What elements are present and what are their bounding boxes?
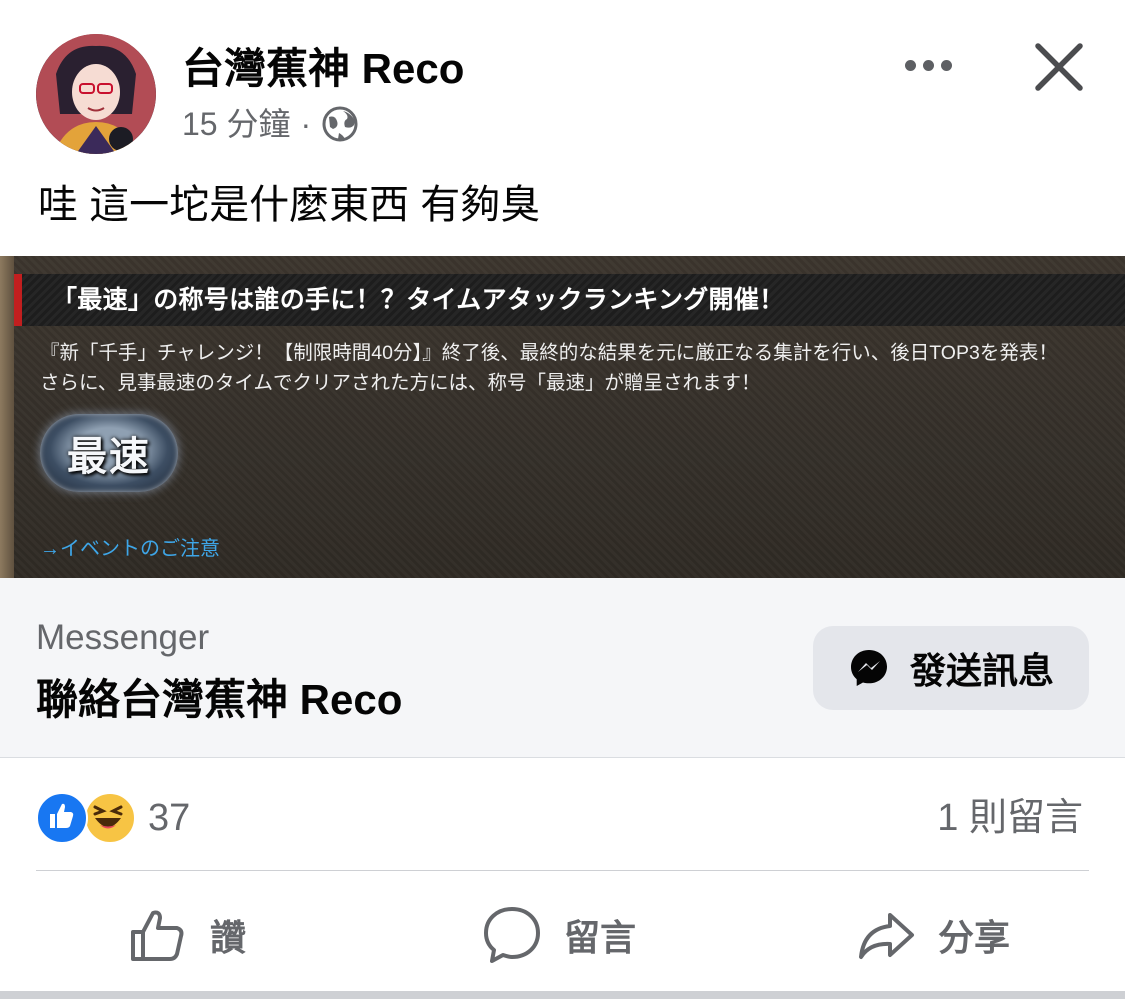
- more-options-button[interactable]: [898, 48, 958, 82]
- comment-label: 留言: [564, 917, 637, 958]
- close-icon[interactable]: [1030, 38, 1088, 96]
- title-badge: 最速: [40, 414, 178, 492]
- comment-bubble-icon: [484, 907, 540, 963]
- description-line: さらに、見事最速のタイムでクリアされた方には、称号「最速」が贈呈されます！: [40, 372, 761, 394]
- divider: [36, 870, 1089, 871]
- send-message-label: 發送訊息: [909, 650, 1054, 691]
- like-button[interactable]: 讚: [128, 890, 246, 980]
- share-button[interactable]: 分享: [856, 890, 1010, 980]
- haha-reaction-icon: [84, 792, 136, 844]
- share-arrow-icon: [859, 913, 914, 959]
- more-dots-icon: [940, 59, 952, 71]
- bottom-divider: [0, 991, 1125, 999]
- image-border: [0, 256, 14, 578]
- page-avatar[interactable]: [36, 34, 156, 154]
- cta-source: Messenger: [36, 618, 210, 657]
- more-dots-icon: [922, 59, 934, 71]
- post-message: 哇 這一坨是什麼東西 有夠臭: [38, 183, 541, 227]
- reaction-summary[interactable]: 37: [36, 790, 190, 846]
- reaction-count: 37: [148, 796, 191, 839]
- post-header: 台灣蕉神 Reco 15 分鐘 ·: [0, 0, 1125, 160]
- more-dots-icon: [904, 59, 916, 71]
- page-name[interactable]: 台灣蕉神 Reco: [182, 44, 464, 94]
- avatar-illustration: [36, 34, 156, 154]
- messenger-cta: Messenger 聯絡台灣蕉神 Reco 發送訊息: [0, 578, 1125, 758]
- description-line: 『新「千手」チャレンジ！【制限時間40分】』終了後、最終的な結果を元に厳正なる集…: [40, 342, 1058, 364]
- meta-separator: ·: [300, 106, 312, 142]
- thumbs-up-icon: [131, 910, 184, 961]
- send-message-button[interactable]: 發送訊息: [813, 626, 1089, 710]
- comment-count[interactable]: 1 則留言: [937, 790, 1083, 846]
- post-meta: 15 分鐘 ·: [182, 104, 359, 144]
- comment-button[interactable]: 留言: [482, 890, 636, 980]
- globe-icon[interactable]: [321, 105, 359, 143]
- post-time[interactable]: 15 分鐘: [182, 104, 291, 144]
- like-reaction-icon: [36, 792, 88, 844]
- banner-title: 「最速」の称号は誰の手に！？タイムアタックランキング開催！: [52, 286, 785, 314]
- event-description: 『新「千手」チャレンジ！【制限時間40分】』終了後、最終的な結果を元に厳正なる集…: [40, 338, 1058, 398]
- action-bar: 讚 留言 分享: [0, 890, 1125, 980]
- badge-label: 最速: [67, 433, 151, 480]
- event-notice-link: →イベントのご注意: [40, 538, 220, 560]
- shared-image[interactable]: 「最速」の称号は誰の手に！？タイムアタックランキング開催！ 『新「千手」チャレン…: [0, 256, 1125, 578]
- share-label: 分享: [938, 917, 1011, 958]
- cta-title: 聯絡台灣蕉神 Reco: [36, 676, 403, 723]
- event-banner: 「最速」の称号は誰の手に！？タイムアタックランキング開催！: [14, 274, 1125, 326]
- like-label: 讚: [210, 917, 247, 958]
- messenger-icon: [850, 650, 887, 686]
